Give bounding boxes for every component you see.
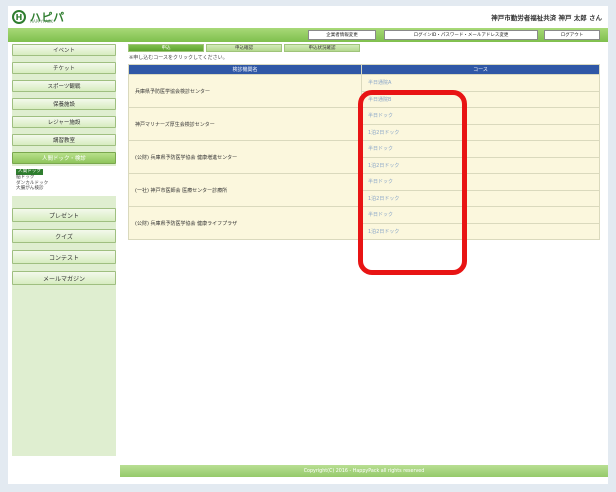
sidebar-item-present[interactable]: プレゼント <box>12 208 116 223</box>
sidebar-item-medical-checkup[interactable]: 人間ドック・検診 <box>12 152 116 164</box>
logo-subtitle: HAPPYPACK <box>30 19 54 24</box>
sidebar-item-ticket[interactable]: チケット <box>12 62 116 74</box>
column-header-course: コース <box>361 64 600 75</box>
sidebar-item-leisure[interactable]: レジャー施設 <box>12 116 116 128</box>
column-header-institution: 検診機関名 <box>128 64 362 75</box>
tab-apply[interactable]: 申込 <box>128 44 204 52</box>
sidebar: イベント チケット スポーツ観戦 保養施設 レジャー施設 講習教室 人間ドック・… <box>12 44 116 292</box>
institution-name: (公財) 兵庫県予防医学協会 健康増進センター <box>128 140 362 174</box>
top-nav-bar: 企業者情報変更 ログインID・パスワード・メールアドレス変更 ログアウト <box>8 28 608 42</box>
sidebar-item-sports[interactable]: スポーツ観戦 <box>12 80 116 92</box>
sidebar-item-contest[interactable]: コンテスト <box>12 250 116 265</box>
institution-name: 神戸マリナーズ厚生会検診センター <box>128 107 362 141</box>
step-tabs: 申込 申込確認 申込状況確認 <box>128 44 362 52</box>
logout-button[interactable]: ログアウト <box>544 30 600 40</box>
sidebar-item-classes[interactable]: 講習教室 <box>12 134 116 146</box>
footer: Copyright(C) 2016 - HappyPack all rights… <box>120 465 608 477</box>
tab-confirm[interactable]: 申込確認 <box>206 44 282 52</box>
institution-name: 兵庫県予防医学協会検診センター <box>128 74 362 108</box>
instruction-text: ※申し込むコースをクリックしてください。 <box>129 55 228 61</box>
sub-item-human-dock[interactable]: 人間ドック <box>16 169 43 175</box>
course-link[interactable]: 半日通院A <box>361 74 600 92</box>
user-name: 神戸市勤労者福祉共済 神戸 太郎 さん <box>491 14 602 22</box>
sidebar-item-resort[interactable]: 保養施設 <box>12 98 116 110</box>
institution-name: (一社) 神戸市医師会 医療センター診療所 <box>128 173 362 207</box>
sidebar-item-mail-magazine[interactable]: メールマガジン <box>12 271 116 286</box>
credentials-change-button[interactable]: ログインID・パスワード・メールアドレス変更 <box>384 30 538 40</box>
course-highlight-outline <box>358 90 467 275</box>
table-row: 兵庫県予防医学協会検診センター 半日通院A <box>128 74 600 108</box>
logo-mark-icon: H <box>12 10 26 24</box>
sub-item-colon-cancer[interactable]: 大腸がん検診 <box>16 186 116 192</box>
sidebar-sub-list: 人間ドック 脳ドック ダンカルドック 大腸がん検診 <box>12 166 116 197</box>
sidebar-item-quiz[interactable]: クイズ <box>12 229 116 244</box>
institution-name: (公財) 兵庫県予防医学協会 健康ライフプラザ <box>128 206 362 240</box>
company-info-button[interactable]: 企業者情報変更 <box>308 30 376 40</box>
header: H ハピパ HAPPYPACK 神戸市勤労者福祉共済 神戸 太郎 さん <box>8 6 608 28</box>
sidebar-item-event[interactable]: イベント <box>12 44 116 56</box>
tab-status[interactable]: 申込状況確認 <box>284 44 360 52</box>
page-frame: H ハピパ HAPPYPACK 神戸市勤労者福祉共済 神戸 太郎 さん 企業者情… <box>8 6 608 484</box>
